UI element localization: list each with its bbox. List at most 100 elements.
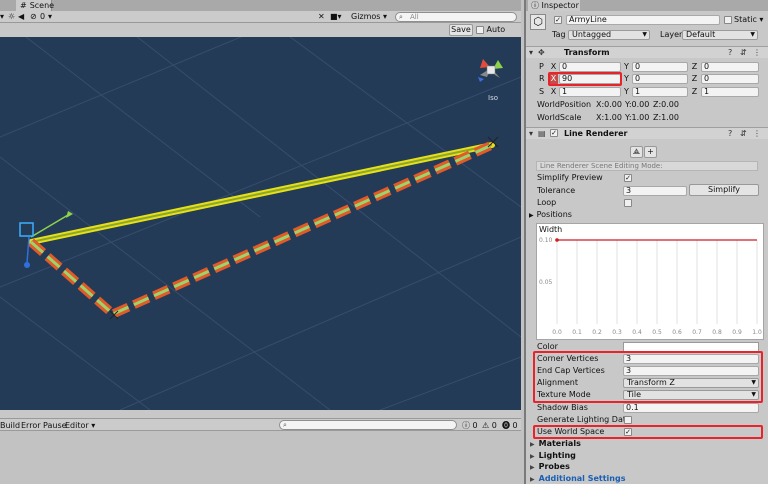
more-options-icon[interactable]: ⋮ [753,48,761,57]
materials-foldout[interactable]: ▶ Materials [530,438,581,450]
rotation-y-field[interactable]: 0 [632,74,688,84]
width-x-tick-label: 0.3 [612,329,622,336]
grid-icon: # [20,1,27,10]
camera-icon[interactable]: ■▾ [330,12,342,22]
width-x-tick-label: 0.4 [632,329,642,336]
console-error-count[interactable]: ⓿ 0 [502,420,518,431]
edit-points-button[interactable]: ⟁ [630,146,643,158]
autosave-toggle[interactable]: Auto Save [476,24,521,46]
active-checkbox[interactable]: ✓ [554,16,562,24]
console-warning-count[interactable]: ⚠ 0 [482,420,497,431]
world-position-y: Y:0.00 [625,100,650,109]
rotation-x-highlight [548,72,622,86]
scene-lighting-icon[interactable]: ☼ [8,12,15,22]
scale-x-label: X [550,87,557,96]
save-button[interactable]: Save [449,24,473,36]
width-x-tick-label: 0.5 [652,329,662,336]
error-pause-button[interactable]: Error Pause [21,420,67,431]
layer-dropdown[interactable]: Default ▼ [682,30,758,40]
gizmos-dropdown[interactable]: Gizmos ▾ [351,12,387,22]
scale-x-field[interactable]: 1 [559,87,621,97]
width-x-tick-label: 0.0 [552,329,562,336]
transform-header[interactable]: ▾ ✥ Transform ? ⇵ ⋮ [526,46,768,58]
transform-icon: ✥ [538,48,545,57]
generate-lighting-checkbox[interactable] [624,416,632,424]
console-toolbar: Build Error Pause Editor ▾ ⌕ ⓘ 0 ⚠ 0 ⓿ 0 [0,418,521,431]
tolerance-field[interactable]: 3 [623,186,687,196]
tab-scene[interactable]: # Scene [16,0,54,11]
scene-view-canvas[interactable] [0,37,521,410]
world-position-x: X:0.00 [596,100,622,109]
collapse-arrow-icon[interactable]: ▾ [529,48,533,57]
simplify-button[interactable]: Simplify [689,184,759,196]
position-z-field[interactable]: 0 [701,62,759,72]
hidden-objects-icon[interactable]: ⊘ [30,12,37,22]
simplify-preview-checkbox[interactable]: ✓ [624,174,632,182]
additional-settings-foldout[interactable]: ▶ Additional Settings [530,473,625,484]
generate-lighting-label: Generate Lighting Data [537,415,631,424]
line-renderer-header[interactable]: ▾ ▤ ✓ Line Renderer ? ⇵ ⋮ [526,127,768,139]
search-icon: ⌕ [283,421,287,429]
tools-icon[interactable]: ✕ [318,12,325,22]
edit-points-icon: ⟁ [632,147,641,156]
scene-viewport[interactable]: Iso [0,37,521,410]
audio-icon[interactable]: ◀ [18,12,24,22]
console-info-count[interactable]: ⓘ 0 [462,420,478,431]
orientation-gizmo[interactable] [478,59,503,82]
preset-icon[interactable]: ⇵ [740,129,747,138]
scene-toolbar: ▾ ☼ ◀ ⊘ 0 ▾ ✕ ■▾ Gizmos ▾ ⌕ All [0,11,521,23]
loop-checkbox[interactable] [624,199,632,207]
tolerance-label: Tolerance [537,186,576,195]
expand-arrow-icon: ▶ [530,453,535,460]
tag-label: Tag [552,30,566,39]
scale-y-field[interactable]: 1 [632,87,688,97]
tab-inspector[interactable]: ⓘ Inspector [528,0,580,11]
world-position-label: WorldPosition [537,100,592,109]
width-x-tick-label: 0.1 [572,329,582,336]
build-button[interactable]: Build [0,420,20,431]
shadow-bias-field[interactable]: 0.1 [623,403,759,413]
collapse-arrow-icon[interactable]: ▾ [529,129,533,138]
line-renderer-enabled-checkbox[interactable]: ✓ [550,129,558,137]
position-x-label: X [550,62,557,71]
positions-foldout[interactable]: ▶ Positions [529,210,572,221]
rotation-z-field[interactable]: 0 [701,74,759,84]
width-keyframe[interactable] [555,238,559,242]
scale-z-label: Z [691,87,698,96]
more-options-icon[interactable]: ⋮ [753,129,761,138]
preset-icon[interactable]: ⇵ [740,48,747,57]
draw-mode-dropdown[interactable]: ▾ [0,12,4,22]
autosave-checkbox[interactable] [476,25,484,34]
add-point-button[interactable]: + [644,146,657,158]
scale-z-field[interactable]: 1 [701,87,759,97]
help-icon[interactable]: ? [728,129,732,138]
width-x-tick-label: 0.7 [692,329,702,336]
view-mode-label[interactable]: Iso [488,94,498,102]
editor-dropdown[interactable]: Editor ▾ [65,420,95,431]
inspector-panel: ⓘ Inspector ⬡ ✓ ArmyLine Static ▾ Tag Un… [524,0,768,484]
width-y-tick-label: 0.10 [539,237,553,244]
rotation-y-label: Y [624,74,629,83]
width-curve-editor[interactable]: Width 0.0 0.1 0.2 0.3 0.4 0.5 0.6 0.7 0.8 0.9 1.0 0… [536,223,764,340]
position-x-field[interactable]: 0 [559,62,621,72]
probes-foldout[interactable]: ▶ Probes [530,461,570,473]
scene-search-input[interactable]: ⌕ All [395,12,517,22]
static-checkbox[interactable] [724,16,732,24]
width-x-tick-label: 1.0 [752,329,762,336]
scene-panel: # Scene ▾ ☼ ◀ ⊘ 0 ▾ ✕ ■▾ Gizmos ▾ ⌕ All Sa… [0,0,521,484]
layers-dropdown-icon[interactable]: ▾ [48,12,52,22]
width-curve-plot[interactable]: 0.0 0.1 0.2 0.3 0.4 0.5 0.6 0.7 0.8 0.9 1.0 0.10 0.0… [537,224,765,341]
object-name-field[interactable]: ArmyLine [566,15,720,25]
scale-y-label: Y [624,87,629,96]
tag-dropdown[interactable]: Untagged ▼ [568,30,650,40]
console-search-input[interactable]: ⌕ [279,420,457,430]
layer-label: Layer [660,30,683,39]
use-world-space-highlight [533,425,763,439]
world-scale-label: WorldScale [537,113,582,122]
help-icon[interactable]: ? [728,48,732,57]
position-y-field[interactable]: 0 [632,62,688,72]
world-scale-y: Y:1.00 [625,113,650,122]
width-x-tick-label: 0.2 [592,329,602,336]
scene-editing-mode-info: Line Renderer Scene Editing Mode: [536,161,758,171]
line-segment-top-core [30,144,493,243]
